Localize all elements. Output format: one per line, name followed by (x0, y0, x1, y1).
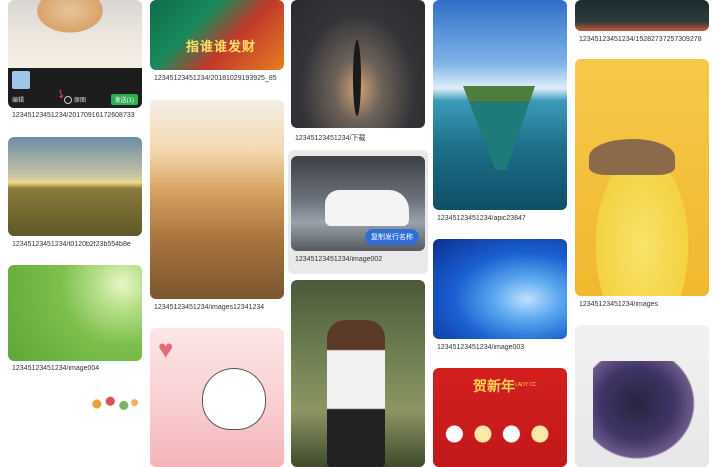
person-figure (327, 320, 385, 467)
image-thumbnail[interactable] (8, 137, 142, 236)
send-button[interactable]: 发送(1) (110, 94, 138, 105)
image-thumbnail[interactable] (291, 0, 425, 128)
floral-decoration (86, 390, 140, 418)
image-caption: 12345123451234/t0120b2f23b554b8e (12, 241, 131, 248)
feather-shape (353, 40, 361, 116)
image-thumbnail[interactable] (8, 265, 142, 361)
image-editor-bar: 编辑 原图 发送(1) ➘ (8, 68, 142, 108)
image-thumbnail[interactable] (575, 325, 709, 467)
image-thumbnail[interactable]: 复制发行名称 (291, 156, 425, 251)
floating-island (463, 86, 535, 170)
image-thumbnail[interactable]: ♥ (150, 328, 284, 467)
kitten-shape (32, 0, 108, 36)
detective-hat (589, 139, 675, 175)
image-caption: 12345123451234/images (579, 301, 659, 308)
image-thumbnail[interactable]: 编辑 原图 发送(1) ➘ (8, 0, 142, 108)
image-caption: 12345123451234/image002 (295, 256, 383, 263)
image-caption: 12345123451234/apic23847 (437, 215, 526, 222)
image-thumbnail[interactable] (150, 100, 284, 299)
cartoon-figures (443, 412, 557, 456)
image-thumbnail[interactable]: 指谁谁发财 (150, 0, 284, 70)
image-caption: 12345123451234/15282737257309278 (579, 36, 702, 43)
mini-preview[interactable] (12, 71, 30, 89)
image-thumbnail[interactable] (8, 386, 142, 467)
car-shape (325, 190, 409, 226)
image-caption: 12345123451234/image003 (437, 344, 525, 351)
bunny-figure (202, 368, 266, 430)
image-thumbnail[interactable] (433, 0, 567, 210)
copy-name-button[interactable]: 复制发行名称 (365, 229, 419, 245)
image-thumbnail[interactable]: 贺新年 LADY CC (433, 368, 567, 467)
image-thumbnail[interactable] (575, 59, 709, 296)
anime-figure (593, 361, 703, 467)
image-caption: 12345123451234/images12341234 (154, 304, 265, 311)
new-year-title: 贺新年 (473, 378, 515, 394)
image-caption: 12345123451234/20181029193925_85 (154, 75, 277, 82)
image-caption: 12345123451234/image004 (12, 365, 100, 372)
image-thumbnail[interactable] (433, 239, 567, 339)
image-thumbnail[interactable] (291, 280, 425, 467)
image-caption: 12345123451234/20170916172608733 (12, 112, 135, 119)
new-year-subtitle: LADY CC (515, 382, 537, 388)
image-thumbnail[interactable] (575, 0, 709, 31)
poster-banner-text: 指谁谁发财 (186, 39, 257, 54)
image-caption: 12345123451234/下载 (295, 135, 366, 142)
original-radio[interactable] (64, 96, 72, 104)
edit-button[interactable]: 编辑 (12, 95, 24, 104)
original-label: 原图 (74, 98, 87, 104)
heart-balloon-icon: ♥ (158, 334, 174, 364)
